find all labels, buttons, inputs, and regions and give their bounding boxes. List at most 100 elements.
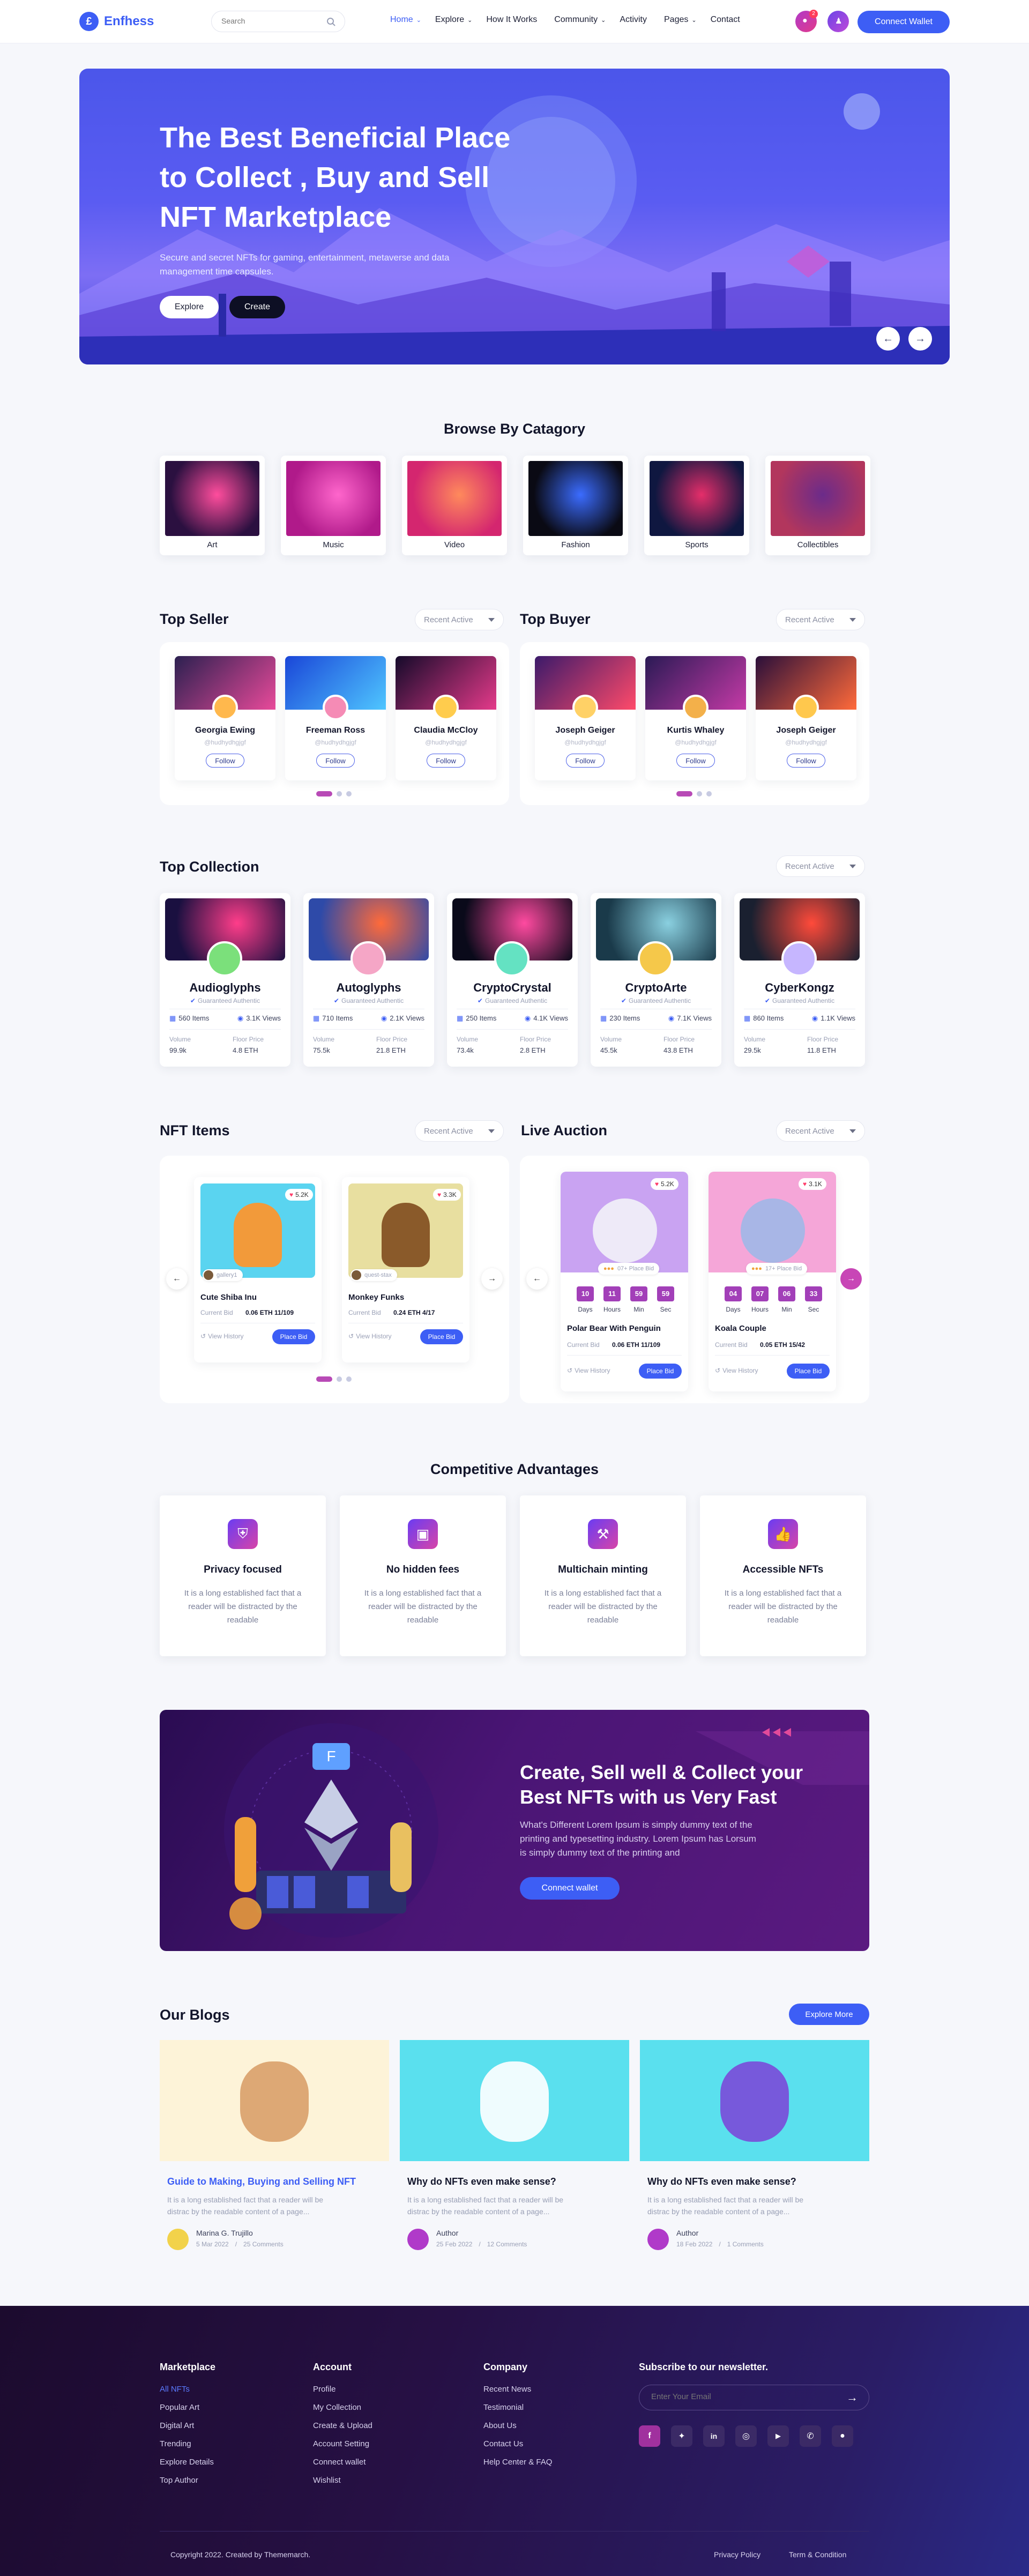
connect-wallet-button[interactable]: Connect Wallet bbox=[857, 11, 950, 33]
newsletter-email-input[interactable] bbox=[651, 2392, 823, 2401]
search-input[interactable] bbox=[221, 17, 318, 25]
github-icon[interactable]: ● bbox=[832, 2425, 853, 2447]
auction-card[interactable]: ♥ 3.1K ●●● 17+ Place Bid 04 Days 07 Hours 06 Min 3… bbox=[709, 1172, 836, 1391]
footer-link[interactable]: Profile bbox=[313, 2385, 372, 2394]
linkedin-icon[interactable]: in bbox=[703, 2425, 725, 2447]
view-history-link[interactable]: ↺ View History bbox=[200, 1332, 244, 1340]
nft-card[interactable]: ♥ 3.3K quest-stax Monkey Funks Current Bid 0.… bbox=[342, 1177, 469, 1363]
nav-activity[interactable]: Activity bbox=[620, 15, 647, 26]
footer-link[interactable]: All NFTs bbox=[160, 2385, 215, 2394]
footer-link[interactable]: Connect wallet bbox=[313, 2458, 372, 2467]
likes-badge[interactable]: ♥ 5.2K bbox=[285, 1189, 313, 1201]
footer-link[interactable]: Popular Art bbox=[160, 2403, 215, 2412]
likes-badge[interactable]: ♥ 3.1K bbox=[799, 1178, 826, 1190]
footer-link[interactable]: Testimonial bbox=[483, 2403, 552, 2412]
auction-next-button[interactable]: → bbox=[840, 1268, 862, 1290]
category-card[interactable]: Music bbox=[281, 456, 386, 555]
whatsapp-icon[interactable]: ✆ bbox=[800, 2425, 821, 2447]
follow-button[interactable]: Follow bbox=[316, 754, 355, 768]
follow-button[interactable]: Follow bbox=[427, 754, 465, 768]
footer-link[interactable]: Recent News bbox=[483, 2385, 552, 2394]
footer-link[interactable]: My Collection bbox=[313, 2403, 372, 2412]
nav-how-it-works[interactable]: How It Works bbox=[486, 15, 537, 26]
follow-button[interactable]: Follow bbox=[787, 754, 825, 768]
place-bid-button[interactable]: Place Bid bbox=[639, 1364, 682, 1379]
footer-link[interactable]: Trending bbox=[160, 2439, 215, 2448]
terms-link[interactable]: Term & Condition bbox=[789, 2550, 846, 2559]
blog-card[interactable]: Why do NFTs even make sense? It is a long… bbox=[640, 2040, 869, 2265]
footer-link[interactable]: Top Author bbox=[160, 2476, 215, 2485]
footer-link[interactable]: About Us bbox=[483, 2421, 552, 2430]
profile-card[interactable]: Kurtis Whaley @hudhydhgjgf Follow bbox=[645, 656, 746, 780]
profile-card[interactable]: Georgia Ewing @hudhydhgjgf Follow bbox=[175, 656, 275, 780]
nft-prev-button[interactable]: ← bbox=[166, 1268, 188, 1290]
follow-button[interactable]: Follow bbox=[566, 754, 605, 768]
footer-link[interactable]: Account Setting bbox=[313, 2439, 372, 2448]
instagram-icon[interactable]: ◎ bbox=[735, 2425, 757, 2447]
collection-card[interactable]: CyberKongz ✔ Guaranteed Authentic ▦ 860 Item… bbox=[734, 893, 865, 1067]
nft-carousel-dots[interactable] bbox=[316, 1376, 352, 1382]
nav-community[interactable]: Community bbox=[554, 15, 598, 26]
footer-link[interactable]: Contact Us bbox=[483, 2439, 552, 2448]
blog-card[interactable]: Guide to Making, Buying and Selling NFT I… bbox=[160, 2040, 389, 2265]
logo[interactable]: £ Enfhess bbox=[79, 12, 154, 31]
notification-button[interactable]: ● 2 bbox=[795, 10, 818, 32]
cta-connect-button[interactable]: Connect wallet bbox=[520, 1877, 620, 1900]
profile-card[interactable]: Freeman Ross @hudhydhgjgf Follow bbox=[285, 656, 386, 780]
user-avatar-button[interactable]: ♟ bbox=[827, 11, 849, 32]
nft-next-button[interactable]: → bbox=[481, 1268, 503, 1290]
likes-badge[interactable]: ♥ 5.2K bbox=[651, 1178, 678, 1190]
hero-prev-button[interactable]: ← bbox=[876, 327, 900, 351]
category-card[interactable]: Collectibles bbox=[765, 456, 870, 555]
category-card[interactable]: Art bbox=[160, 456, 265, 555]
follow-button[interactable]: Follow bbox=[676, 754, 715, 768]
nav-explore[interactable]: Explore bbox=[435, 15, 464, 26]
collection-filter-dropdown[interactable]: Recent Active bbox=[776, 855, 865, 877]
nav-pages[interactable]: Pages bbox=[664, 15, 688, 26]
explore-more-button[interactable]: Explore More bbox=[789, 2004, 869, 2025]
blog-title[interactable]: Why do NFTs even make sense? bbox=[647, 2176, 796, 2187]
nft-filter-dropdown[interactable]: Recent Active bbox=[415, 1120, 504, 1142]
category-card[interactable]: Video bbox=[402, 456, 507, 555]
nav-home[interactable]: Home bbox=[390, 15, 413, 26]
nav-contact[interactable]: Contact bbox=[711, 15, 740, 26]
footer-link[interactable]: Wishlist bbox=[313, 2476, 372, 2485]
profile-card[interactable]: Claudia McCloy @hudhydhgjgf Follow bbox=[396, 656, 496, 780]
category-card[interactable]: Sports bbox=[644, 456, 749, 555]
buyer-filter-dropdown[interactable]: Recent Active bbox=[776, 609, 865, 630]
blog-card[interactable]: Why do NFTs even make sense? It is a long… bbox=[400, 2040, 629, 2265]
footer-link[interactable]: Explore Details bbox=[160, 2458, 215, 2467]
profile-card[interactable]: Joseph Geiger @hudhydhgjgf Follow bbox=[535, 656, 636, 780]
search-box[interactable] bbox=[211, 11, 345, 32]
collection-card[interactable]: CryptoArte ✔ Guaranteed Authentic ▦ 230 Item… bbox=[591, 893, 721, 1067]
footer-link[interactable]: Create & Upload bbox=[313, 2421, 372, 2430]
footer-link[interactable]: Digital Art bbox=[160, 2421, 215, 2430]
auction-filter-dropdown[interactable]: Recent Active bbox=[776, 1120, 865, 1142]
facebook-icon[interactable]: f bbox=[639, 2425, 660, 2447]
auction-card[interactable]: ♥ 5.2K ●●● 07+ Place Bid 10 Days 11 Hours 59 Min 5… bbox=[561, 1172, 688, 1391]
profile-card[interactable]: Joseph Geiger @hudhydhgjgf Follow bbox=[756, 656, 856, 780]
view-history-link[interactable]: ↺ View History bbox=[567, 1367, 610, 1374]
nft-card[interactable]: ♥ 5.2K gallery1 Cute Shiba Inu Current Bid 0.… bbox=[194, 1177, 322, 1363]
view-history-link[interactable]: ↺ View History bbox=[715, 1367, 758, 1374]
view-history-link[interactable]: ↺ View History bbox=[348, 1332, 392, 1340]
explore-button[interactable]: Explore bbox=[160, 296, 219, 318]
place-bid-button[interactable]: Place Bid bbox=[420, 1329, 463, 1344]
collection-card[interactable]: Audioglyphs ✔ Guaranteed Authentic ▦ 560 Ite… bbox=[160, 893, 290, 1067]
hero-next-button[interactable]: → bbox=[908, 327, 932, 351]
send-arrow-icon[interactable]: → bbox=[846, 2391, 858, 2404]
twitter-icon[interactable]: ✦ bbox=[671, 2425, 692, 2447]
category-card[interactable]: Fashion bbox=[523, 456, 628, 555]
seller-filter-dropdown[interactable]: Recent Active bbox=[415, 609, 504, 630]
buyer-carousel-dots[interactable] bbox=[676, 791, 712, 796]
likes-badge[interactable]: ♥ 3.3K bbox=[433, 1189, 461, 1201]
follow-button[interactable]: Follow bbox=[206, 754, 244, 768]
footer-link[interactable]: Help Center & FAQ bbox=[483, 2458, 552, 2467]
blog-title[interactable]: Guide to Making, Buying and Selling NFT bbox=[167, 2176, 356, 2187]
place-bid-button[interactable]: Place Bid bbox=[272, 1329, 315, 1344]
collection-card[interactable]: CryptoCrystal ✔ Guaranteed Authentic ▦ 250 I… bbox=[447, 893, 578, 1067]
seller-carousel-dots[interactable] bbox=[316, 791, 352, 796]
search-icon[interactable] bbox=[326, 17, 336, 27]
blog-title[interactable]: Why do NFTs even make sense? bbox=[407, 2176, 556, 2187]
youtube-icon[interactable]: ▶ bbox=[767, 2425, 789, 2447]
